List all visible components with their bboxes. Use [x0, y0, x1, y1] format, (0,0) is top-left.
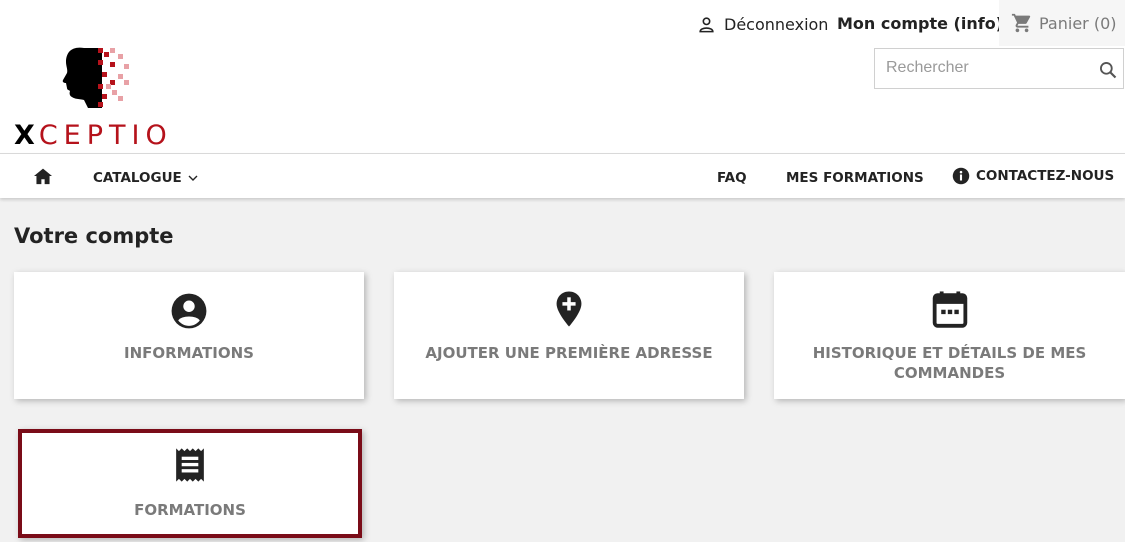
info-icon — [952, 167, 970, 185]
logo-letters: CEPTIO — [38, 120, 173, 151]
receipt-icon — [22, 447, 358, 483]
home-icon[interactable] — [33, 167, 53, 189]
main-nav: CATALOGUE FAQ MES FORMATIONS CONTACTEZ-N… — [0, 153, 1125, 198]
nav-faq[interactable]: FAQ — [717, 170, 747, 186]
tile-formations[interactable]: FORMATIONS — [18, 429, 362, 538]
cart-label: Panier (0) — [1039, 13, 1117, 33]
tile-add-address[interactable]: AJOUTER UNE PREMIÈRE ADRESSE — [394, 272, 744, 399]
person-icon — [699, 16, 714, 32]
search-icon[interactable] — [1098, 60, 1118, 84]
tile-informations-label: INFORMATIONS — [124, 344, 254, 362]
tile-add-address-label: AJOUTER UNE PREMIÈRE ADRESSE — [425, 344, 713, 362]
cart-icon — [1011, 13, 1031, 33]
tile-order-history-label: HISTORIQUE ET DÉTAILS DE MES COMMANDES — [812, 344, 1087, 382]
logo-letter-x: X — [14, 120, 39, 151]
page-title: Votre compte — [14, 224, 174, 248]
tile-formations-label: FORMATIONS — [134, 501, 246, 519]
search-box — [874, 48, 1124, 89]
nav-catalogue[interactable]: CATALOGUE — [93, 170, 198, 186]
tile-order-history[interactable]: HISTORIQUE ET DÉTAILS DE MES COMMANDES — [774, 272, 1125, 399]
tile-informations[interactable]: INFORMATIONS — [14, 272, 364, 399]
cart-button[interactable]: Panier (0) — [999, 0, 1125, 46]
nav-mes-formations[interactable]: MES FORMATIONS — [786, 170, 924, 186]
add-location-icon — [394, 290, 744, 328]
logo-head-icon — [62, 47, 129, 108]
header: XCEPTIO Déconnexion Mon compte (info) Pa… — [0, 0, 1125, 153]
search-input[interactable] — [875, 49, 1090, 87]
nav-contact-label: CONTACTEZ-NOUS — [976, 168, 1115, 184]
account-circle-icon — [14, 292, 364, 330]
chevron-down-icon — [188, 175, 198, 181]
logout-label: Déconnexion — [724, 14, 829, 34]
account-link[interactable]: Mon compte (info) — [837, 14, 1003, 34]
nav-catalogue-label: CATALOGUE — [93, 170, 182, 186]
logout-link[interactable]: Déconnexion — [697, 14, 828, 34]
nav-contact[interactable]: CONTACTEZ-NOUS — [952, 167, 1114, 185]
calendar-icon — [774, 290, 1125, 328]
logo-wordmark: XCEPTIO — [14, 120, 173, 151]
